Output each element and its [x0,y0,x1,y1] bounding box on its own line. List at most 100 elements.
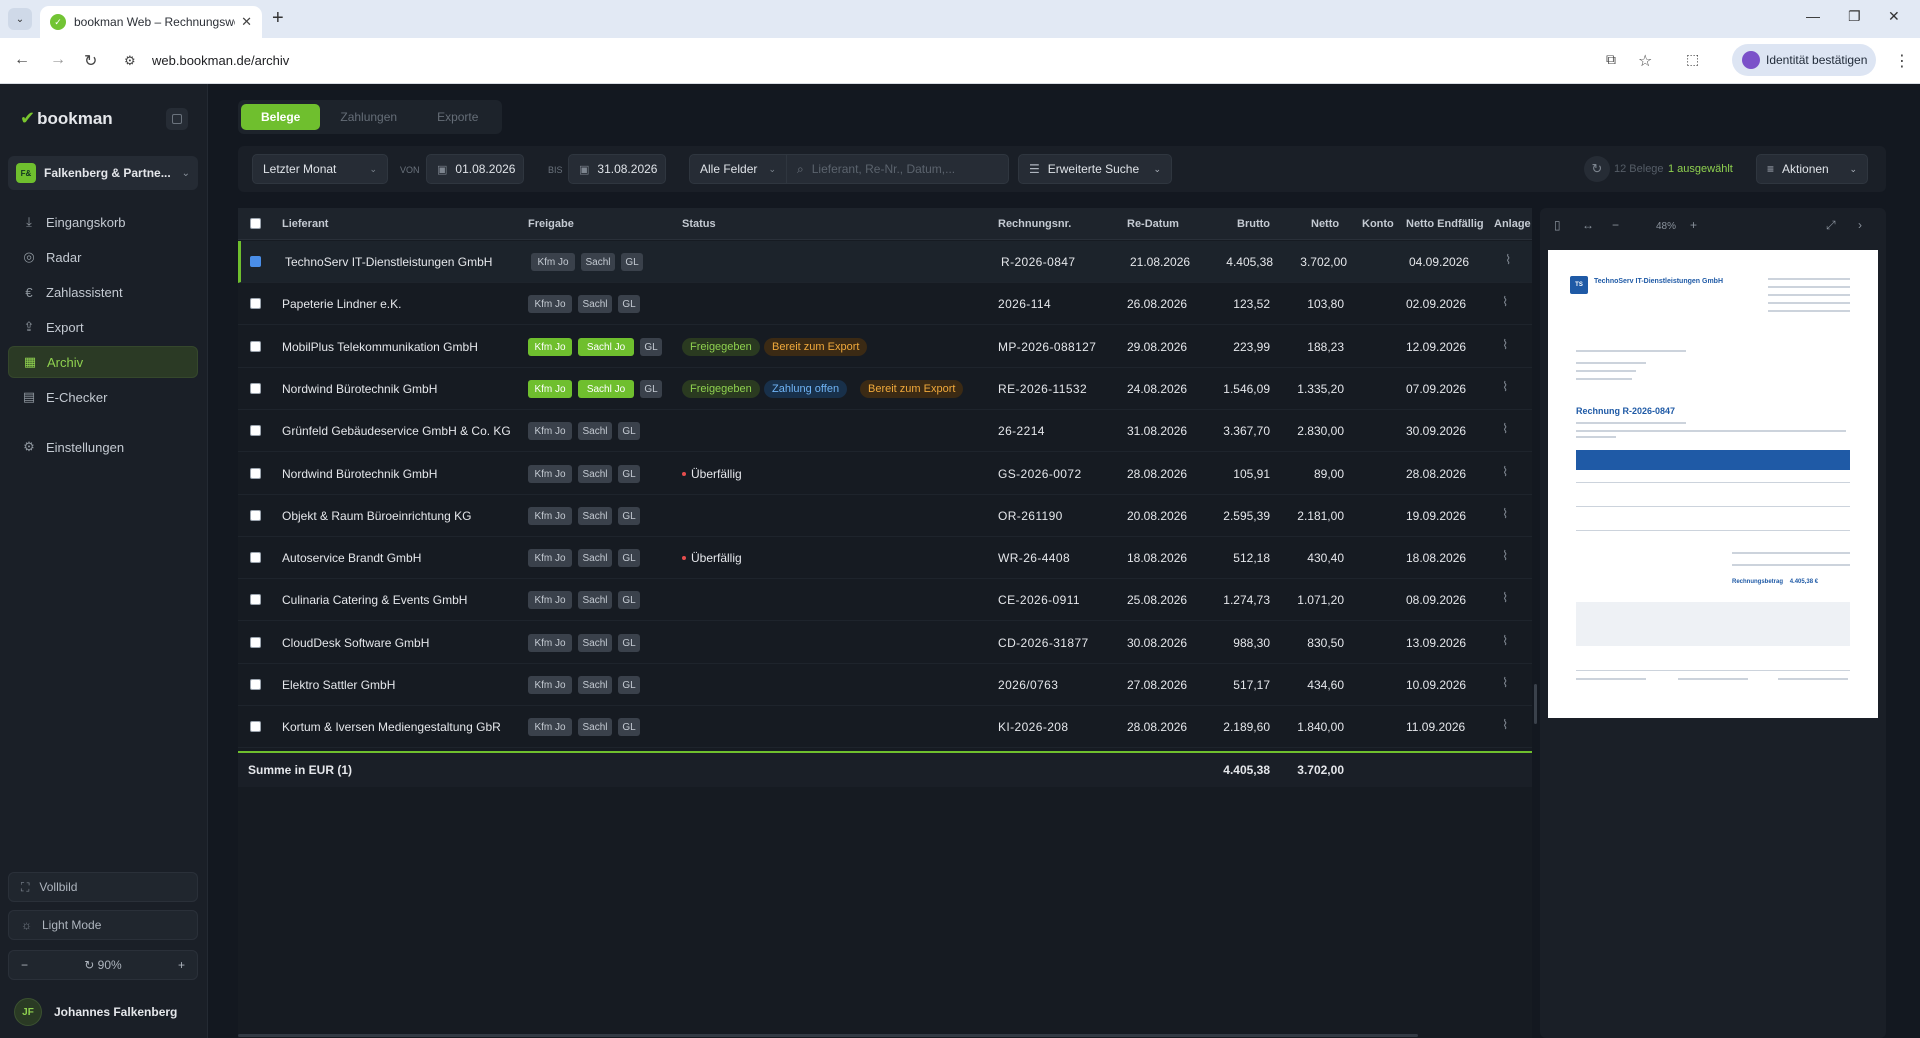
tab-search-button[interactable]: ⌄ [8,8,32,30]
approval-gl-chip[interactable]: GL [640,338,662,356]
paperclip-icon[interactable]: ⌇ [1502,506,1508,522]
row-checkbox[interactable] [250,256,261,267]
tab-zahlungen[interactable]: Zahlungen [320,104,417,130]
date-from-input[interactable]: ▣ 01.08.2026 [426,154,524,184]
collapse-sidebar-button[interactable] [166,108,188,130]
horizontal-scrollbar[interactable] [238,1034,1418,1037]
zoom-in-icon[interactable]: + [1690,218,1697,232]
approval-sachl-chip[interactable]: Sachl [578,507,612,525]
sidebar-item-radar[interactable]: ◎ Radar [8,241,198,273]
install-app-icon[interactable]: ⧉ [1606,51,1616,68]
approval-kfm-chip[interactable]: Kfm Jo [528,422,572,440]
approval-gl-chip[interactable]: GL [621,253,643,271]
paperclip-icon[interactable]: ⌇ [1502,337,1508,353]
new-tab-icon[interactable]: + [272,8,284,28]
approval-gl-chip[interactable]: GL [618,549,640,567]
approval-kfm-chip[interactable]: Kfm Jo [528,465,572,483]
close-tab-icon[interactable]: ✕ [241,14,252,30]
identity-button[interactable]: Identität bestätigen [1732,44,1876,76]
sidebar-item-export[interactable]: ⇪ Export [8,311,198,343]
approval-kfm-chip[interactable]: Kfm Jo [528,295,572,313]
table-row[interactable]: CloudDesk Software GmbH Kfm Jo Sachl GL CD-2… [238,622,1532,664]
row-checkbox[interactable] [250,552,261,563]
tab-belege[interactable]: Belege [241,104,321,130]
approval-gl-chip[interactable]: GL [618,295,640,313]
approval-gl-chip[interactable]: GL [618,718,640,736]
approval-sachl-chip[interactable]: Sachl [578,422,612,440]
table-row[interactable]: Papeterie Lindner e.K. Kfm Jo Sachl GL 2026-… [238,283,1532,325]
refresh-button[interactable]: ↻ [1584,156,1610,182]
browser-menu-icon[interactable]: ⋮ [1894,51,1910,71]
header-brutto[interactable]: Brutto [1237,218,1270,230]
approval-kfm-chip[interactable]: Kfm Jo [531,253,575,271]
fields-select[interactable]: Alle Felder ⌄ [689,154,787,184]
approval-gl-chip[interactable]: GL [640,380,662,398]
light-mode-button[interactable]: ☼ Light Mode [8,910,198,940]
approval-kfm-chip[interactable]: Kfm Jo [528,634,572,652]
fit-width-icon[interactable]: ↔ [1582,218,1594,232]
extensions-icon[interactable]: ⬚ [1686,51,1699,68]
paperclip-icon[interactable]: ⌇ [1502,294,1508,310]
advanced-search-button[interactable]: ☰ Erweiterte Suche ⌄ [1018,154,1172,184]
approval-gl-chip[interactable]: GL [618,676,640,694]
approval-gl-chip[interactable]: GL [618,591,640,609]
site-settings-icon[interactable]: ⚙ [124,53,136,69]
zoom-in-button[interactable]: + [178,958,185,972]
tab-exporte[interactable]: Exporte [417,104,498,130]
close-window-icon[interactable]: ✕ [1888,8,1900,25]
table-row[interactable]: Elektro Sattler GmbH Kfm Jo Sachl GL 2026/07… [238,664,1532,706]
row-checkbox[interactable] [250,510,261,521]
table-row[interactable]: Grünfeld Gebäudeservice GmbH & Co. KG Kfm… [238,410,1532,452]
approval-gl-chip[interactable]: GL [618,465,640,483]
approval-sachl-chip[interactable]: Sachl [578,634,612,652]
paperclip-icon[interactable]: ⌇ [1502,675,1508,691]
minimize-icon[interactable]: — [1806,8,1820,24]
page-icon[interactable]: ▯ [1554,218,1561,232]
approval-sachl-chip[interactable]: Sachl [578,295,612,313]
paperclip-icon[interactable]: ⌇ [1502,548,1508,564]
table-row[interactable]: TechnoServ IT-Dienstleistungen GmbH Kfm J… [238,241,1532,283]
approval-sachl-chip[interactable]: Sachl [578,676,612,694]
approval-kfm-chip[interactable]: Kfm Jo [528,591,572,609]
sidebar-item-einstellungen[interactable]: ⚙ Einstellungen [8,431,198,463]
date-to-input[interactable]: ▣ 31.08.2026 [568,154,666,184]
row-checkbox[interactable] [250,679,261,690]
approval-kfm-chip[interactable]: Kfm Jo [528,549,572,567]
back-icon[interactable]: ← [14,51,30,69]
paperclip-icon[interactable]: ⌇ [1502,464,1508,480]
row-checkbox[interactable] [250,721,261,732]
table-row[interactable]: Culinaria Catering & Events GmbH Kfm Jo Sa… [238,579,1532,621]
company-selector[interactable]: F& Falkenberg & Partne... ⌄ [8,156,198,190]
approval-sachl-chip[interactable]: Sachl [578,591,612,609]
url-field[interactable]: web.bookman.de/archiv [152,53,289,68]
panel-resize-handle[interactable] [1534,684,1537,724]
logo[interactable]: ✔ bookman [20,108,113,129]
actions-button[interactable]: ≡ Aktionen ⌄ [1756,154,1868,184]
header-lieferant[interactable]: Lieferant [282,218,328,230]
approval-sachl-chip[interactable]: Sachl Jo [578,380,634,398]
header-netto[interactable]: Netto [1311,218,1339,230]
sidebar-item-archiv[interactable]: ▦ Archiv [8,346,198,378]
header-netto-endfaellig[interactable]: Netto Endfällig [1406,218,1484,230]
paperclip-icon[interactable]: ⌇ [1502,633,1508,649]
header-re-datum[interactable]: Re-Datum [1127,218,1179,230]
approval-kfm-chip[interactable]: Kfm Jo [528,676,572,694]
search-input[interactable]: ⌕ Lieferant, Re-Nr., Datum,... [787,154,1009,184]
zoom-out-button[interactable]: − [21,958,28,972]
paperclip-icon[interactable]: ⌇ [1502,717,1508,733]
paperclip-icon[interactable]: ⌇ [1502,590,1508,606]
table-row[interactable]: MobilPlus Telekommunikation GmbH Kfm Jo Sa… [238,326,1532,368]
approval-sachl-chip[interactable]: Sachl [578,718,612,736]
table-row[interactable]: Kortum & Iversen Mediengestaltung GbR Kfm… [238,706,1532,748]
zoom-out-icon[interactable]: − [1612,218,1619,232]
fullscreen-button[interactable]: ⛶ Vollbild [8,872,198,902]
row-checkbox[interactable] [250,341,261,352]
reload-icon[interactable]: ↻ [84,51,97,71]
table-row[interactable]: Nordwind Bürotechnik GmbH Kfm Jo Sachl GL Üb… [238,453,1532,495]
paperclip-icon[interactable]: ⌇ [1502,421,1508,437]
row-checkbox[interactable] [250,468,261,479]
approval-sachl-chip[interactable]: Sachl Jo [578,338,634,356]
browser-tab[interactable]: ✓ bookman Web – Rechnungsworkfl ✕ [40,6,262,38]
approval-sachl-chip[interactable]: Sachl [578,465,612,483]
table-row[interactable]: Autoservice Brandt GmbH Kfm Jo Sachl GL Über… [238,537,1532,579]
